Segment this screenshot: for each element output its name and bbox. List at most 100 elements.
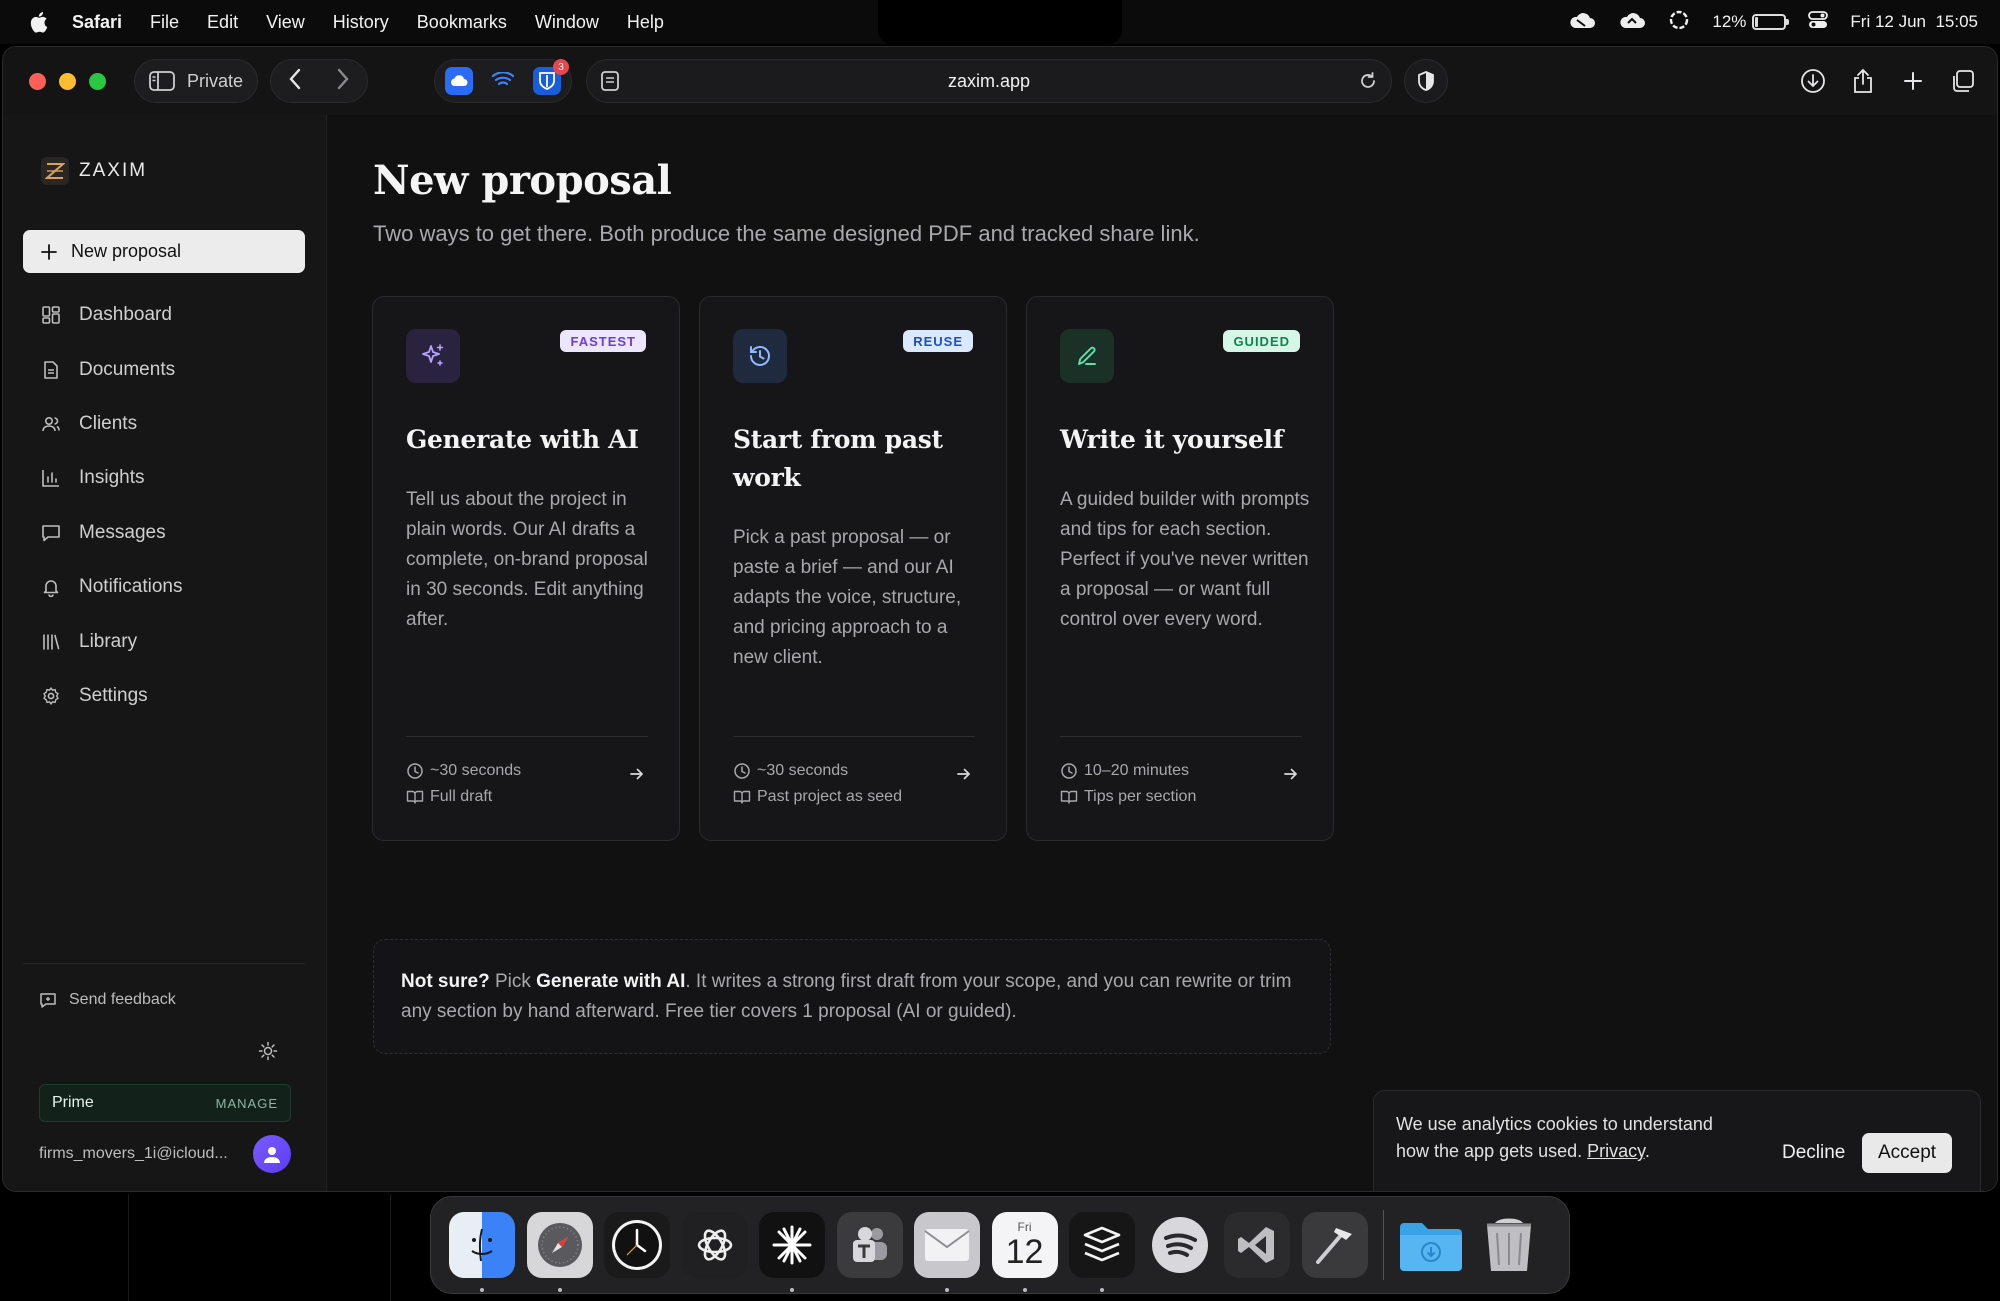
option-card-generate-ai[interactable]: FASTEST Generate with AI Tell us about t… (372, 296, 680, 841)
zoom-window-button[interactable] (89, 72, 106, 90)
account-row[interactable]: firms_movers_1i@icloud... (39, 1133, 291, 1175)
brand[interactable]: ZAXIM (41, 157, 147, 185)
feedback-icon (40, 993, 56, 1008)
share-icon[interactable] (1843, 59, 1883, 103)
stack-icon[interactable] (1069, 1212, 1135, 1292)
sidebar-item-clients[interactable]: Clients (23, 397, 305, 451)
decline-cookies-button[interactable]: Decline (1770, 1133, 1857, 1173)
clock-icon[interactable] (604, 1212, 670, 1278)
minimize-window-button[interactable] (59, 72, 76, 90)
running-indicator (557, 1288, 562, 1292)
sidebar-item-library[interactable]: Library (23, 614, 305, 668)
apple-icon[interactable] (26, 8, 54, 36)
card-title: Generate with AI (406, 425, 639, 454)
forward-icon[interactable] (336, 68, 350, 95)
arrow-right-icon (1283, 767, 1299, 786)
grid-icon (42, 306, 60, 324)
accept-cookies-button[interactable]: Accept (1862, 1133, 1953, 1173)
new-tab-icon[interactable] (1893, 59, 1933, 103)
main-content: New proposal Two ways to get there. Both… (327, 115, 1997, 1191)
card-time-text: ~30 seconds (757, 762, 849, 779)
sidebar-item-notifications[interactable]: Notifications (23, 560, 305, 614)
option-card-write-yourself[interactable]: GUIDED Write it yourself A guided builde… (1026, 296, 1334, 841)
theme-toggle-sun-icon[interactable] (255, 1038, 281, 1064)
menu-window[interactable]: Window (535, 12, 599, 33)
card-description: Pick a past proposal — or paste a brief … (733, 527, 962, 668)
manage-plan-link[interactable]: MANAGE (216, 1096, 278, 1111)
clock-icon (407, 763, 423, 779)
vscode-icon[interactable] (1224, 1212, 1290, 1278)
privacy-shield-button[interactable] (1404, 59, 1449, 103)
safari-icon[interactable] (526, 1212, 593, 1292)
battery-status[interactable]: 12% (1712, 12, 1790, 32)
calendar-date: 12 (1005, 1233, 1044, 1271)
user-email: firms_movers_1i@icloud... (39, 1145, 228, 1162)
send-feedback-link[interactable]: Send feedback (39, 991, 176, 1009)
extensions-bar: 3 (434, 59, 573, 103)
calendar-icon[interactable]: Fri 12 (991, 1212, 1058, 1292)
zaxim-logo-icon (41, 157, 69, 185)
menu-bar: Safari File Edit View History Bookmarks … (0, 0, 2000, 44)
sidebar-item-documents[interactable]: Documents (23, 342, 305, 396)
spotify-icon[interactable] (1147, 1212, 1213, 1278)
menu-view[interactable]: View (266, 12, 305, 33)
tab-overview-icon[interactable] (1943, 59, 1983, 103)
downloads-icon[interactable] (1793, 59, 1833, 103)
card-detail: Tips per section (1060, 788, 1196, 806)
chatgpt-icon[interactable] (681, 1212, 748, 1278)
running-indicator (1022, 1288, 1027, 1292)
option-card-past-work[interactable]: REUSE Start from past work Pick a past p… (699, 296, 1007, 841)
perplexity-icon[interactable] (759, 1212, 825, 1292)
menu-bookmarks[interactable]: Bookmarks (417, 12, 507, 33)
mail-icon[interactable] (914, 1212, 980, 1292)
cloud-sync-icon[interactable] (1618, 10, 1646, 35)
sidebar-item-label: Settings (79, 684, 148, 706)
cookie-banner: We use analytics cookies to understand h… (1373, 1090, 1981, 1191)
back-icon[interactable] (288, 68, 302, 95)
control-center-icon[interactable] (1808, 10, 1829, 34)
close-window-button[interactable] (29, 72, 46, 90)
openai-status-icon[interactable] (1668, 9, 1690, 36)
sidebar-item-insights[interactable]: Insights (23, 451, 305, 505)
menu-clock[interactable]: Fri 12 Jun 15:05 (1850, 12, 1978, 32)
privacy-link[interactable]: Privacy (1587, 1141, 1645, 1161)
sidebar-item-messages[interactable]: Messages (23, 506, 305, 560)
avatar[interactable] (253, 1135, 291, 1173)
page-menu-icon[interactable] (599, 70, 621, 97)
card-time: ~30 seconds (733, 762, 848, 780)
menu-app-name[interactable]: Safari (72, 12, 122, 33)
sidebar-nav: Dashboard Documents Clients Insights Mes… (23, 288, 305, 723)
finder-icon[interactable] (449, 1212, 515, 1292)
menu-file[interactable]: File (150, 12, 179, 33)
new-proposal-button[interactable]: New proposal (23, 230, 305, 273)
password-manager-extension-icon[interactable]: 3 (533, 59, 570, 95)
sparkle-icon (406, 329, 460, 383)
history-icon (733, 329, 787, 383)
browser-window: Private 3 zaxim.app ZAXIM New proposal D… (2, 46, 1998, 1192)
menu-help[interactable]: Help (627, 12, 664, 33)
card-description: A guided builder with prompts and tips f… (1060, 489, 1310, 630)
cloud-extension-icon[interactable] (445, 67, 474, 95)
menu-history[interactable]: History (333, 12, 389, 33)
reload-icon[interactable] (1357, 70, 1379, 97)
downloads-folder-icon[interactable] (1398, 1212, 1464, 1278)
card-time: ~30 seconds (406, 762, 521, 780)
cookie-text: We use analytics cookies to understand h… (1396, 1111, 1726, 1165)
card-divider (406, 736, 648, 737)
cloud-icon[interactable] (1568, 10, 1596, 35)
sidebar-item-label: Notifications (79, 576, 183, 598)
sidebar-item-settings[interactable]: Settings (23, 669, 305, 723)
teams-icon[interactable] (836, 1212, 903, 1278)
menu-edit[interactable]: Edit (207, 12, 238, 33)
running-indicator (790, 1288, 794, 1292)
address-bar[interactable]: zaxim.app (586, 59, 1393, 103)
desktop-wallpaper-line (390, 1194, 391, 1301)
sidebar-toggle-private[interactable]: Private (134, 59, 259, 103)
card-time-text: 10–20 minutes (1084, 762, 1189, 779)
sidebar-item-dashboard[interactable]: Dashboard (23, 288, 305, 342)
trash-icon[interactable] (1476, 1212, 1542, 1278)
xcode-icon[interactable] (1301, 1212, 1368, 1278)
clock-icon (734, 763, 750, 779)
vpn-extension-icon[interactable] (489, 67, 517, 95)
window-controls (29, 72, 106, 90)
